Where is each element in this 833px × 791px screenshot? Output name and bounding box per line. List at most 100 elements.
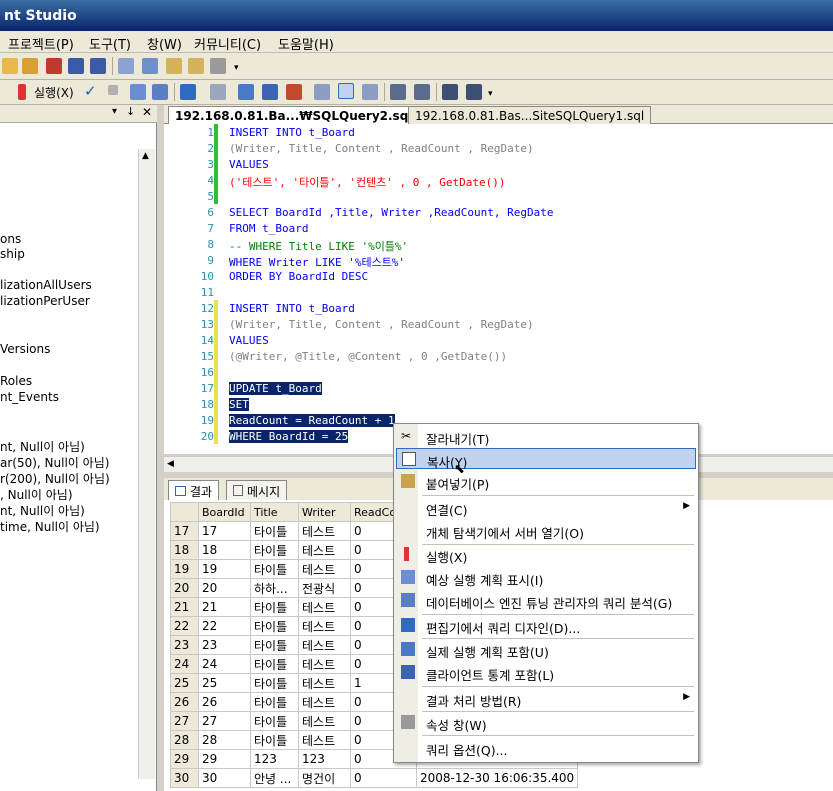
design-query-icon[interactable] <box>180 84 196 100</box>
execute-icon[interactable] <box>18 84 26 100</box>
table-cell[interactable]: 테스트 <box>298 692 351 712</box>
row-header[interactable]: 23 <box>170 635 199 655</box>
cancel-query-icon[interactable] <box>108 85 118 95</box>
table-cell[interactable]: 19 <box>198 559 251 579</box>
save-icon[interactable] <box>68 58 84 74</box>
table-cell[interactable]: 타이틀 <box>250 711 299 731</box>
tab-messages[interactable]: 메시지 <box>226 480 288 500</box>
results-to-grid-active-icon[interactable] <box>338 83 354 99</box>
panel-dropdown-icon[interactable]: ▾ <box>112 106 117 117</box>
template-explorer-icon[interactable] <box>166 58 182 74</box>
row-header[interactable]: 28 <box>170 730 199 750</box>
scroll-up-icon[interactable]: ▲ <box>142 151 149 161</box>
results-to-file-icon[interactable] <box>362 84 378 100</box>
tree-item[interactable]: Roles <box>0 374 32 388</box>
menu-help[interactable]: 도움말(H) <box>278 34 334 53</box>
menu-item-actual-plan[interactable]: 실제 실행 계획 포함(U) <box>396 639 696 660</box>
tree-item[interactable]: lizationAllUsers <box>0 278 92 292</box>
table-cell[interactable]: 테스트 <box>298 540 351 560</box>
table-cell[interactable]: 24 <box>198 654 251 674</box>
row-header[interactable]: 27 <box>170 711 199 731</box>
menu-item-query-options[interactable]: 쿼리 옵션(Q)... <box>396 737 696 758</box>
table-row[interactable]: 30 30 안녕 ... 명건이 0 2008-12-30 16:06:35.400 <box>170 768 579 788</box>
row-header[interactable]: 20 <box>170 578 199 598</box>
scroll-left-icon[interactable]: ◀ <box>167 459 174 469</box>
row-header[interactable]: 22 <box>170 616 199 636</box>
menu-community[interactable]: 커뮤니티(C) <box>194 34 261 53</box>
open-project-icon[interactable] <box>22 58 38 74</box>
column-header[interactable]: Writer <box>298 502 351 522</box>
menu-item-client-stats[interactable]: 클라이언트 통계 포함(L) <box>396 662 696 683</box>
table-cell[interactable]: 123 <box>298 749 351 769</box>
menu-item-open-server[interactable]: 개체 탐색기에서 서버 열기(O) <box>396 520 696 541</box>
table-cell[interactable]: 타이틀 <box>250 540 299 560</box>
table-cell[interactable]: 테스트 <box>298 597 351 617</box>
table-cell[interactable]: 전광식 <box>298 578 351 598</box>
table-cell[interactable]: 테스트 <box>298 654 351 674</box>
row-header[interactable]: 24 <box>170 654 199 674</box>
table-cell[interactable]: 21 <box>198 597 251 617</box>
tree-item[interactable]: lizationPerUser <box>0 294 90 308</box>
row-header[interactable]: 29 <box>170 749 199 769</box>
column-header[interactable]: BoardId <box>198 502 251 522</box>
table-cell[interactable]: 27 <box>198 711 251 731</box>
tree-item[interactable]: nt, Null이 아님) <box>0 502 85 519</box>
table-cell[interactable]: 타이틀 <box>250 616 299 636</box>
table-cell[interactable]: 28 <box>198 730 251 750</box>
table-cell[interactable]: 테스트 <box>298 559 351 579</box>
pin-icon[interactable]: ↓ <box>126 105 135 118</box>
row-header[interactable]: 21 <box>170 597 199 617</box>
table-cell[interactable]: 타이틀 <box>250 635 299 655</box>
increase-indent-icon[interactable] <box>466 84 482 100</box>
include-actual-plan-icon[interactable] <box>238 84 254 100</box>
toolbar-overflow-icon[interactable]: ▾ <box>234 64 242 73</box>
table-cell[interactable]: 18 <box>198 540 251 560</box>
execute-button[interactable]: 실행(X) <box>34 84 74 101</box>
menu-item-tuning-advisor[interactable]: 데이터베이스 엔진 튜닝 관리자의 쿼리 분석(G) <box>396 590 696 611</box>
uncomment-icon[interactable] <box>414 84 430 100</box>
menu-item-properties[interactable]: 속성 창(W) <box>396 712 696 733</box>
table-cell[interactable]: 타이틀 <box>250 559 299 579</box>
row-header[interactable]: 30 <box>170 768 199 788</box>
menu-item-paste[interactable]: 붙여넣기(P) <box>396 471 696 492</box>
specify-values-icon[interactable] <box>210 84 226 100</box>
menu-item-execute[interactable]: 실행(X) <box>396 544 696 565</box>
decrease-indent-icon[interactable] <box>442 84 458 100</box>
table-cell[interactable]: 타이틀 <box>250 654 299 674</box>
save-all-icon[interactable] <box>90 58 106 74</box>
menu-item-cut[interactable]: ✂ 잘라내기(T) <box>396 426 696 447</box>
table-cell[interactable]: 22 <box>198 616 251 636</box>
row-header[interactable]: 26 <box>170 692 199 712</box>
menu-item-display-plan[interactable]: 예상 실행 계획 표시(I) <box>396 567 696 588</box>
table-cell[interactable]: 테스트 <box>298 616 351 636</box>
tree-item[interactable]: ship <box>0 247 25 261</box>
open-folder-icon[interactable] <box>2 58 18 74</box>
properties-window-icon[interactable] <box>210 58 226 74</box>
tree-item[interactable]: , Null이 아님) <box>0 486 73 503</box>
object-explorer-icon[interactable] <box>142 58 158 74</box>
column-header[interactable]: Title <box>250 502 299 522</box>
table-cell[interactable]: 명건이 <box>298 768 351 788</box>
tree-item[interactable]: ar(50), Null이 아님) <box>0 454 109 471</box>
table-cell[interactable]: 17 <box>198 521 251 541</box>
tree-item[interactable]: nt_Events <box>0 390 59 404</box>
add-item-icon[interactable] <box>46 58 62 74</box>
menu-item-design-query[interactable]: 편집기에서 쿼리 디자인(D)... <box>396 615 696 636</box>
menu-window[interactable]: 창(W) <box>147 34 182 53</box>
table-cell[interactable]: 타이틀 <box>250 597 299 617</box>
menu-item-copy[interactable]: 복사(Y) <box>396 448 696 470</box>
table-cell[interactable]: 테스트 <box>298 673 351 693</box>
toolbar-overflow-icon[interactable]: ▾ <box>488 90 496 99</box>
table-cell[interactable]: 타이틀 <box>250 673 299 693</box>
tuning-advisor-icon[interactable] <box>152 84 168 100</box>
table-cell[interactable]: 타이틀 <box>250 692 299 712</box>
table-cell[interactable]: 0 <box>350 768 417 788</box>
table-cell[interactable]: 26 <box>198 692 251 712</box>
table-cell[interactable]: 30 <box>198 768 251 788</box>
menu-item-connection[interactable]: 연결(C) ▶ <box>396 497 696 518</box>
row-header[interactable]: 25 <box>170 673 199 693</box>
tree-item[interactable]: Versions <box>0 342 50 356</box>
menu-project[interactable]: 프로젝트(P) <box>8 34 74 53</box>
table-cell[interactable]: 29 <box>198 749 251 769</box>
tab-results[interactable]: 결과 <box>168 480 220 500</box>
